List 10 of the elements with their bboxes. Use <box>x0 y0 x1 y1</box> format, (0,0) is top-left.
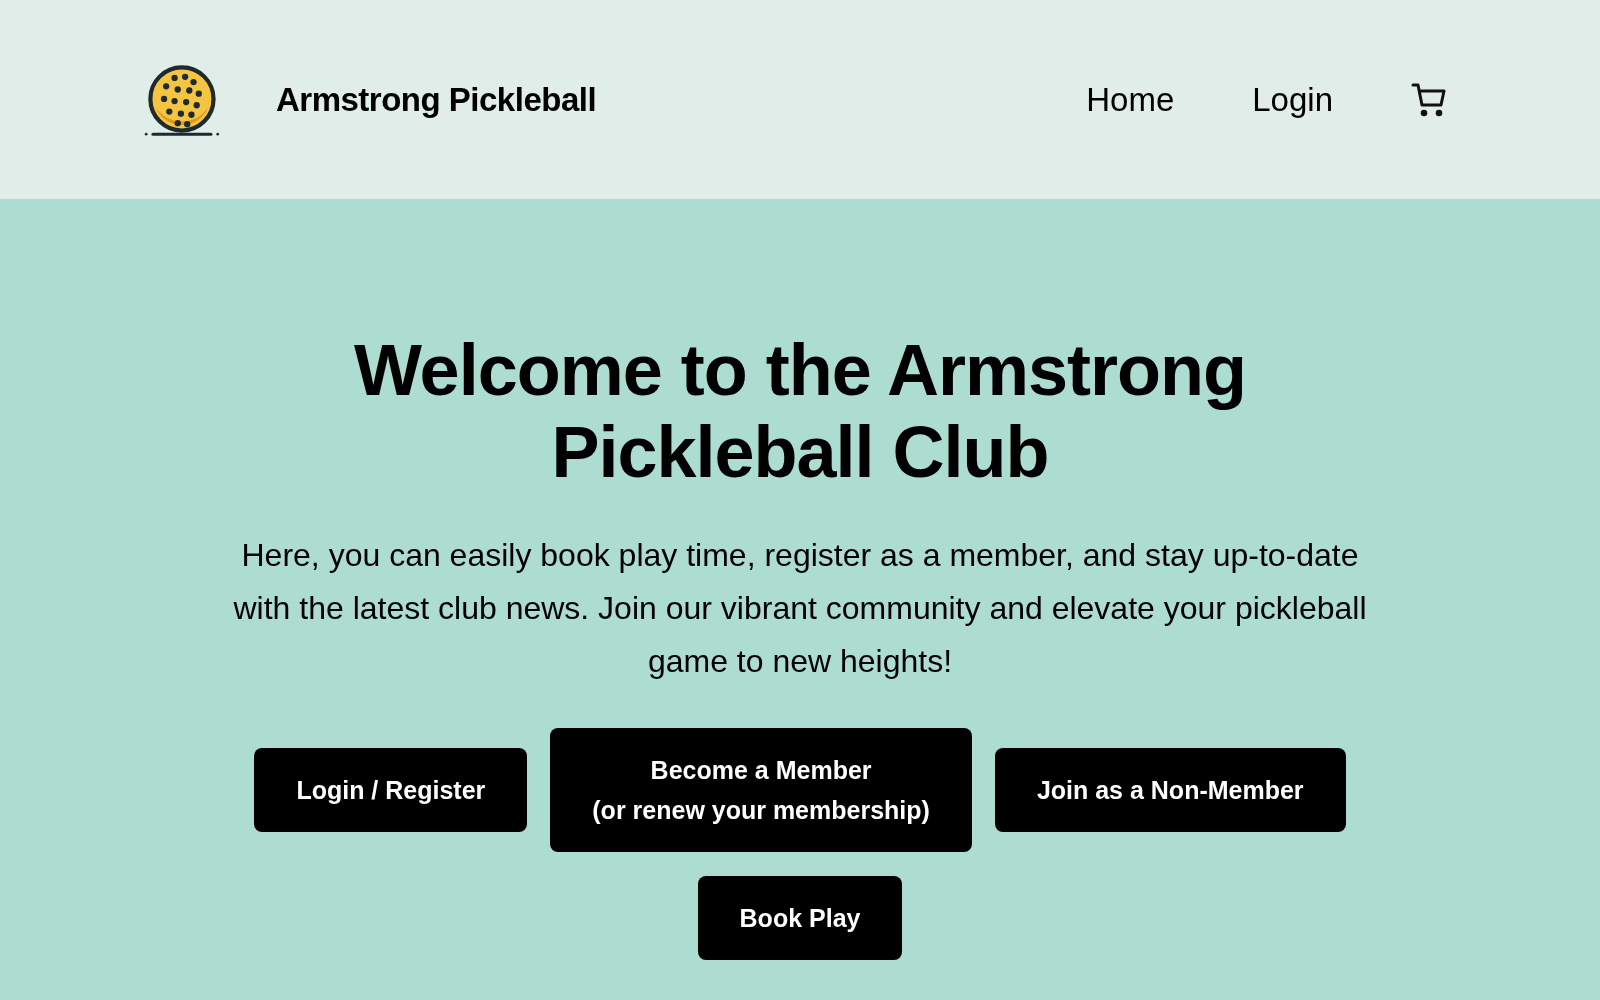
cart-icon[interactable] <box>1411 82 1447 117</box>
brand-name: Armstrong Pickleball <box>276 79 597 120</box>
action-button[interactable]: Login / Register <box>254 748 528 832</box>
hero-title: Welcome to the Armstrong Pickleball Club <box>352 329 1248 493</box>
hero-description: Here, you can easily book play time, register as a member, and stay up-to-date with the latest club news. Join our vibrant community and elevate your pickleball game to new heights! <box>232 536 1368 681</box>
nav-link[interactable]: Login <box>1252 83 1333 116</box>
action-button[interactable]: Book Play <box>697 876 903 960</box>
action-button[interactable]: Join as a Non-Member <box>994 748 1346 832</box>
action-button[interactable]: Become a Member (or renew your membership) <box>550 728 972 852</box>
nav-link[interactable]: Home <box>1086 83 1175 116</box>
